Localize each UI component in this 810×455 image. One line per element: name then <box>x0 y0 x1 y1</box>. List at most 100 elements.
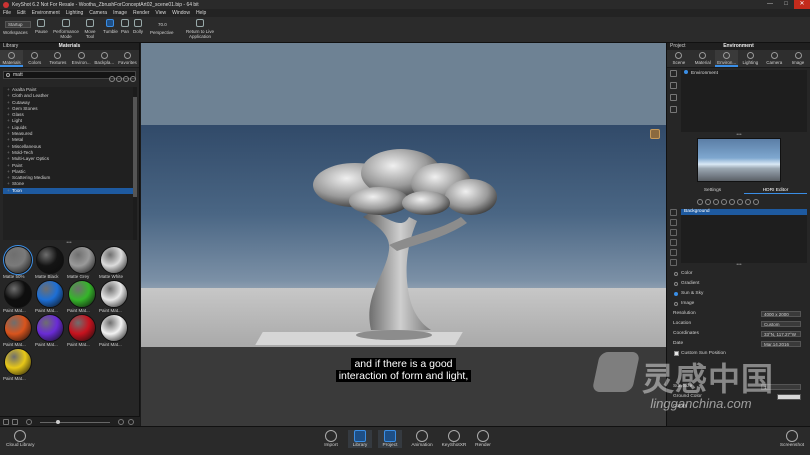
render-viewport[interactable]: and if there is a good interaction of fo… <box>141 43 666 426</box>
tab-favorites[interactable]: Favorites <box>116 50 139 67</box>
image-icon[interactable] <box>729 199 735 205</box>
tab-environment[interactable]: Environ... <box>714 50 739 67</box>
material-thumbnail[interactable]: Paint Mat... <box>99 280 129 315</box>
material-thumbnail[interactable]: Paint Mat... <box>35 314 65 349</box>
library-button[interactable]: Library <box>348 430 372 448</box>
zoom-out-icon[interactable] <box>26 419 32 425</box>
menu-edit[interactable]: Edit <box>17 10 26 16</box>
splitter-handle[interactable]: ••• <box>734 133 744 138</box>
environment-list-item[interactable]: Environment <box>681 70 807 77</box>
remove-layer-icon[interactable] <box>670 219 677 226</box>
pause-button[interactable]: Pause <box>35 19 48 41</box>
tab-material[interactable]: Material <box>691 50 715 67</box>
tab-backplates[interactable]: Backpla... <box>93 50 116 67</box>
menu-render[interactable]: Render <box>133 10 149 16</box>
material-thumbnail[interactable]: Matte Grey <box>67 246 97 281</box>
grid-view-icon[interactable] <box>3 419 9 425</box>
dolly-button[interactable]: Dolly <box>133 19 143 41</box>
material-thumbnail[interactable]: Paint Mat... <box>67 280 97 315</box>
scrollbar-thumb[interactable] <box>133 97 137 197</box>
tab-hdri-editor[interactable]: HDRI Editor <box>744 187 807 194</box>
radio-button-icon[interactable] <box>674 272 678 276</box>
background-type-radio[interactable]: Sun & Sky <box>673 289 807 299</box>
splitter-handle[interactable]: ••• <box>734 263 744 268</box>
copy-icon[interactable] <box>670 94 677 101</box>
background-type-radio[interactable]: Color <box>673 269 807 279</box>
material-thumbnail[interactable]: Matte 50% <box>3 245 33 281</box>
refresh-icon[interactable] <box>123 76 129 82</box>
sort-icon[interactable] <box>116 76 122 82</box>
minimize-button[interactable]: — <box>762 0 778 9</box>
folder-icon[interactable] <box>128 419 134 425</box>
property-value-field[interactable]: Custom <box>761 321 801 327</box>
tab-camera[interactable]: Camera <box>762 50 786 67</box>
render-button[interactable]: Render <box>472 430 494 448</box>
screenshot-button[interactable]: Screenshot <box>778 430 806 448</box>
link-icon[interactable] <box>737 199 743 205</box>
splitter-handle[interactable]: ••• <box>64 241 74 246</box>
cloud-icon[interactable] <box>109 76 115 82</box>
material-thumbnail[interactable]: Paint Mat... <box>99 314 129 349</box>
layer-settings-icon[interactable] <box>670 259 677 266</box>
menu-camera[interactable]: Camera <box>89 10 107 16</box>
material-thumbnail[interactable]: Matte White <box>99 246 129 281</box>
menu-image[interactable]: Image <box>113 10 127 16</box>
pin-icon[interactable] <box>705 199 711 205</box>
radio-button-icon[interactable] <box>674 282 678 286</box>
material-thumbnail[interactable]: Paint Mat... <box>3 314 33 349</box>
tab-hdri-settings[interactable]: Settings <box>681 187 744 194</box>
tumble-button[interactable]: Tumble <box>103 19 118 41</box>
brush-icon[interactable] <box>745 199 751 205</box>
property-value-field[interactable]: Mar.14.2016 <box>761 341 801 347</box>
options-icon[interactable] <box>130 76 136 82</box>
layer-image-icon[interactable] <box>670 249 677 256</box>
add-layer-icon[interactable] <box>670 209 677 216</box>
material-thumbnail[interactable]: Matte Black <box>35 246 65 281</box>
material-thumbnail[interactable]: Paint Mat... <box>3 280 33 315</box>
lock-camera-icon[interactable] <box>650 129 660 139</box>
performance-mode-button[interactable]: Performance Mode <box>53 19 79 41</box>
layer-item-background[interactable]: Background <box>681 209 807 215</box>
menu-help[interactable]: Help <box>196 10 206 16</box>
keyshotxr-button[interactable]: KeyShotXR <box>440 430 468 448</box>
thumbnail-size-slider[interactable] <box>40 420 110 424</box>
background-type-radio[interactable]: Image <box>673 299 807 309</box>
tree-scrollbar[interactable] <box>133 87 137 240</box>
library-search-input[interactable] <box>13 72 93 78</box>
radio-button-icon[interactable] <box>674 292 678 296</box>
workspace-select[interactable]: Startup <box>5 21 31 28</box>
material-thumbnail[interactable]: Paint Mat... <box>3 348 33 383</box>
add-environment-icon[interactable] <box>670 70 677 77</box>
animation-button[interactable]: Animation <box>408 430 436 448</box>
material-thumbnail[interactable]: Paint Mat... <box>67 314 97 349</box>
background-type-radio[interactable]: Gradient <box>673 279 807 289</box>
field-of-view-value[interactable]: 70.0 <box>158 21 176 28</box>
light-icon[interactable] <box>713 199 719 205</box>
move-tool-button[interactable]: Move Tool <box>84 19 96 41</box>
duplicate-icon[interactable] <box>670 82 677 89</box>
cloud-library-button[interactable]: Cloud Library <box>6 430 35 448</box>
menu-file[interactable]: File <box>3 10 11 16</box>
settings-icon[interactable] <box>753 199 759 205</box>
tab-scene[interactable]: Scene <box>667 50 691 67</box>
close-button[interactable]: ✕ <box>794 0 810 9</box>
material-folder-item[interactable]: + Toon <box>3 187 134 195</box>
pan-button[interactable]: Pan <box>121 19 129 41</box>
menu-view[interactable]: View <box>155 10 166 16</box>
radio-button-icon[interactable] <box>674 302 678 306</box>
list-view-icon[interactable] <box>12 419 18 425</box>
help-icon[interactable] <box>697 199 703 205</box>
return-to-live-app-button[interactable]: Return to Live Application <box>182 19 218 41</box>
move-up-icon[interactable] <box>670 229 677 236</box>
slider-knob[interactable] <box>56 420 60 424</box>
hdri-preview[interactable] <box>697 138 781 182</box>
menu-lighting[interactable]: Lighting <box>66 10 84 16</box>
add-icon[interactable] <box>118 419 124 425</box>
sun-icon[interactable] <box>721 199 727 205</box>
tab-lighting[interactable]: Lighting <box>738 50 762 67</box>
property-value-field[interactable]: 33°N, 117.27°W <box>761 331 801 337</box>
move-down-icon[interactable] <box>670 239 677 246</box>
tab-image[interactable]: Image <box>786 50 810 67</box>
import-button[interactable]: Import <box>320 430 342 448</box>
tab-colors[interactable]: Colors <box>23 50 46 67</box>
